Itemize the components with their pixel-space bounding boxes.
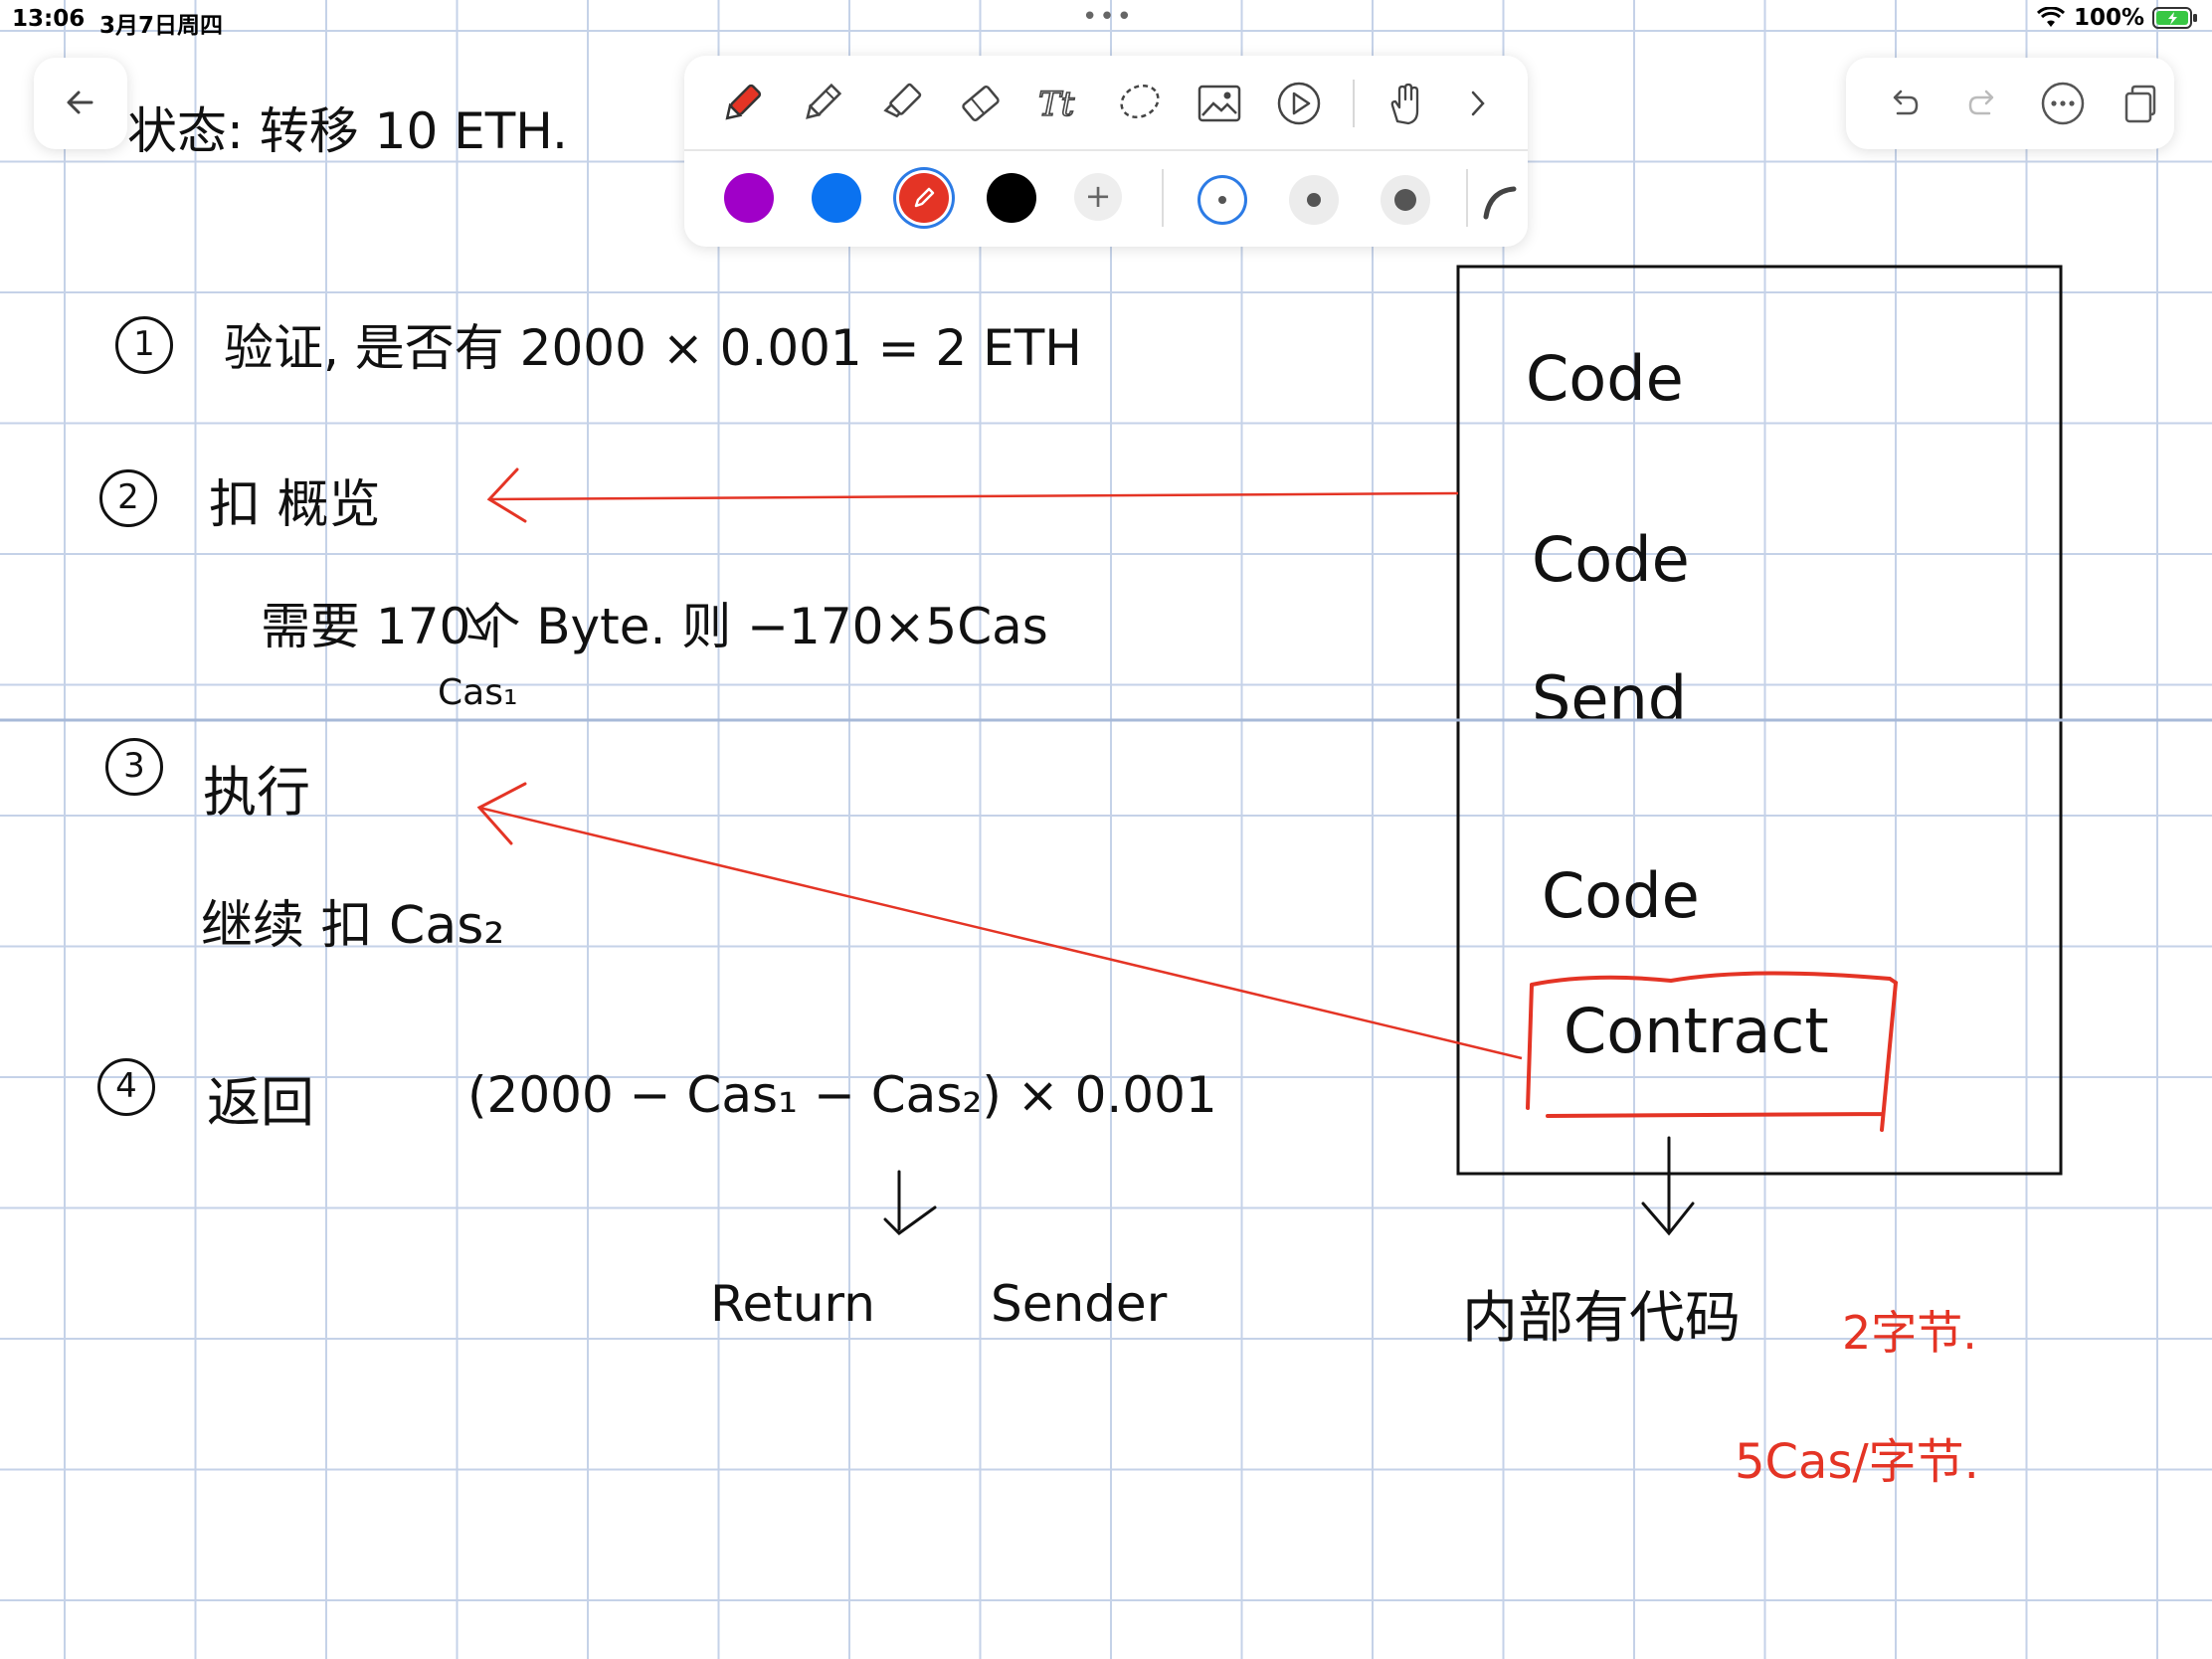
arrowhead-step2 [486, 467, 527, 523]
ink-strokes [0, 265, 2212, 1236]
arrow-gas1 [465, 607, 491, 641]
arrow-to-step3 [478, 806, 1523, 1060]
arrow-to-step2 [488, 491, 1459, 501]
contract-highlight-box [1526, 971, 1899, 1132]
arrow-down-internal [1641, 1136, 1695, 1236]
arrow-down-return [883, 1170, 937, 1235]
